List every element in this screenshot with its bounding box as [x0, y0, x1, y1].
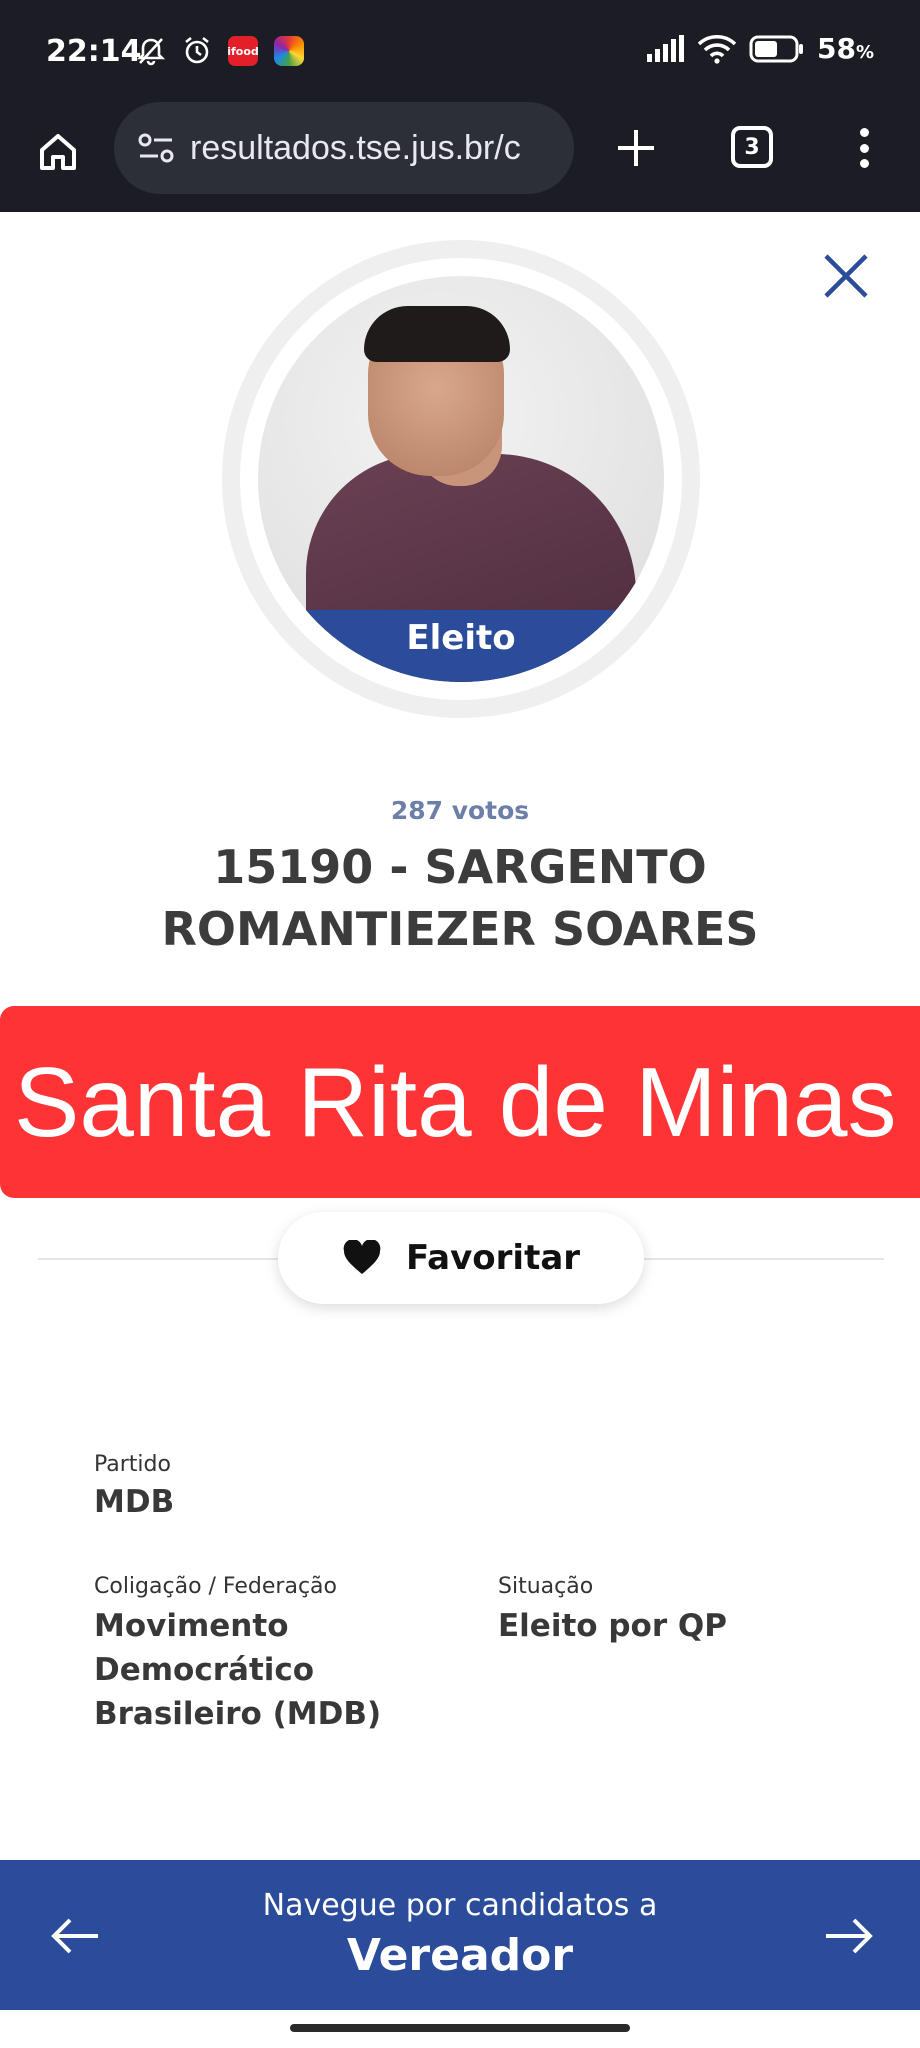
new-tab-icon[interactable] — [606, 118, 666, 178]
candidate-name-line1: 15190 - SARGENTO — [213, 840, 707, 894]
close-icon[interactable] — [818, 248, 874, 304]
favorite-button[interactable]: Favoritar — [278, 1212, 644, 1304]
candidate-navigation-bar: Navegue por candidatos a Vereador — [0, 1860, 920, 2010]
next-arrow-icon[interactable] — [818, 1906, 878, 1966]
situation-value: Eleito por QP — [498, 1608, 728, 1644]
tabs-icon[interactable]: 3 — [731, 126, 773, 168]
system-indicators: 58% — [645, 32, 874, 65]
signal-icon — [646, 34, 684, 62]
site-settings-icon[interactable] — [136, 128, 176, 168]
heart-icon — [343, 1240, 381, 1274]
vote-count: 287 votos — [390, 796, 530, 825]
favorite-label: Favoritar — [405, 1238, 581, 1278]
gesture-bar — [0, 2010, 920, 2048]
battery-percent: 58% — [816, 32, 874, 65]
battery-icon — [749, 35, 803, 62]
situation-label: Situação — [498, 1574, 594, 1599]
city-overlay-text: Santa Rita de Minas — [14, 1047, 897, 1157]
home-icon[interactable] — [28, 122, 88, 182]
url-text: resultados.tse.jus.br/c — [190, 128, 521, 167]
coalition-value: Movimento Democrático Brasileiro (MDB) — [94, 1608, 382, 1732]
candidate-photo: Eleito — [258, 276, 664, 682]
coalition-label: Coligação / Federação — [94, 1574, 337, 1599]
navigation-title: Vereador — [346, 1930, 574, 1981]
party-value: MDB — [94, 1484, 175, 1520]
party-label: Partido — [94, 1452, 171, 1477]
more-menu-icon[interactable] — [846, 120, 882, 176]
candidate-name-line2: ROMANTIEZER SOARES — [161, 902, 759, 956]
alarm-icon — [180, 34, 214, 68]
wifi-icon — [697, 34, 737, 64]
city-overlay-banner: Santa Rita de Minas — [0, 1006, 920, 1198]
notifications-muted-icon — [134, 34, 168, 68]
candidate-name: 15190 - SARGENTO ROMANTIEZER SOARES — [100, 836, 820, 960]
clock: 22:14 — [46, 34, 142, 69]
home-indicator[interactable] — [290, 2024, 630, 2032]
notification-icons: ifood — [134, 34, 306, 68]
navigation-subtitle: Navegue por candidatos a — [262, 1888, 658, 1923]
address-bar[interactable]: resultados.tse.jus.br/c — [114, 102, 574, 194]
browser-toolbar: resultados.tse.jus.br/c 3 — [0, 102, 920, 212]
status-badge: Eleito — [258, 610, 664, 682]
status-bar: 22:14 ifood 58% — [0, 0, 920, 102]
ifood-app-icon: ifood — [226, 34, 260, 68]
colorful-app-icon — [272, 34, 306, 68]
